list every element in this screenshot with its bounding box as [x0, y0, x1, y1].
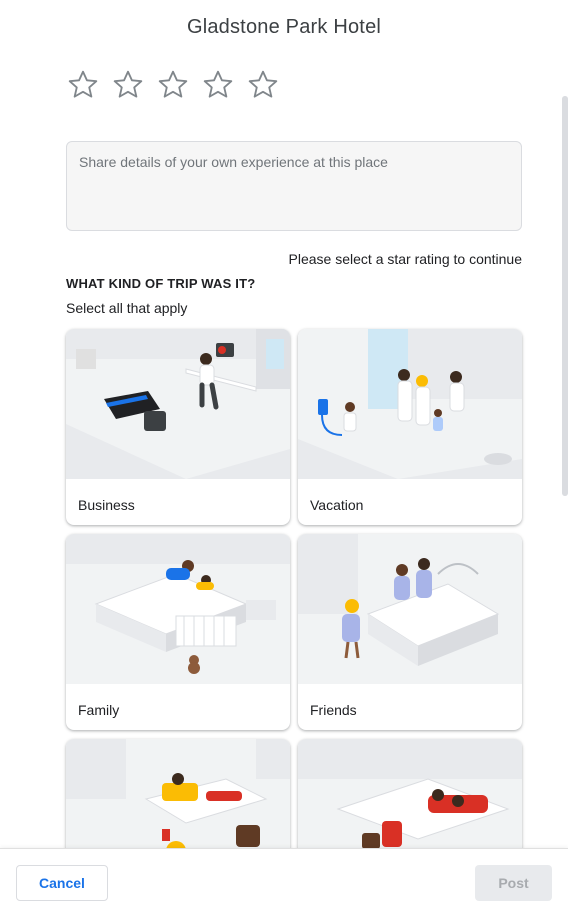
vacation-illustration-icon	[298, 329, 522, 479]
star-1-icon[interactable]	[66, 68, 100, 102]
star-3-icon[interactable]	[156, 68, 190, 102]
trip-option-label: Vacation	[310, 497, 364, 513]
star-rating	[66, 68, 291, 102]
hotel-title: Gladstone Park Hotel	[186, 16, 382, 38]
dialog-footer: Cancel Post	[0, 848, 568, 911]
trip-option-label: Family	[78, 702, 120, 718]
business-illustration-icon	[66, 329, 290, 479]
trip-option-vacation[interactable]: Vacation	[298, 329, 522, 525]
scrollbar[interactable]	[562, 96, 568, 496]
star-4-icon[interactable]	[201, 68, 235, 102]
friends-illustration-icon	[298, 534, 522, 684]
trip-option-label: Business	[78, 497, 135, 513]
couple-illustration-icon	[298, 739, 522, 848]
trip-option-label: Friends	[310, 702, 357, 718]
rating-hint: Please select a star rating to continue	[288, 251, 522, 267]
trip-option-couple[interactable]	[298, 739, 522, 848]
scrollbar-thumb[interactable]	[562, 96, 568, 496]
trip-option-friends[interactable]: Friends	[298, 534, 522, 730]
solo-illustration-icon	[66, 739, 290, 848]
star-2-icon[interactable]	[111, 68, 145, 102]
trip-type-heading: WHAT KIND OF TRIP WAS IT?	[66, 276, 256, 291]
review-text-input[interactable]	[66, 141, 522, 231]
cancel-button[interactable]: Cancel	[16, 865, 108, 901]
trip-option-family[interactable]: Family	[66, 534, 290, 730]
star-5-icon[interactable]	[246, 68, 280, 102]
review-dialog-content: Gladstone Park Hotel Please select a sta…	[0, 0, 568, 848]
trip-type-subtitle: Select all that apply	[66, 300, 188, 316]
post-button[interactable]: Post	[475, 865, 552, 901]
trip-option-business[interactable]: Business	[66, 329, 290, 525]
trip-option-solo[interactable]	[66, 739, 290, 848]
family-illustration-icon	[66, 534, 290, 684]
